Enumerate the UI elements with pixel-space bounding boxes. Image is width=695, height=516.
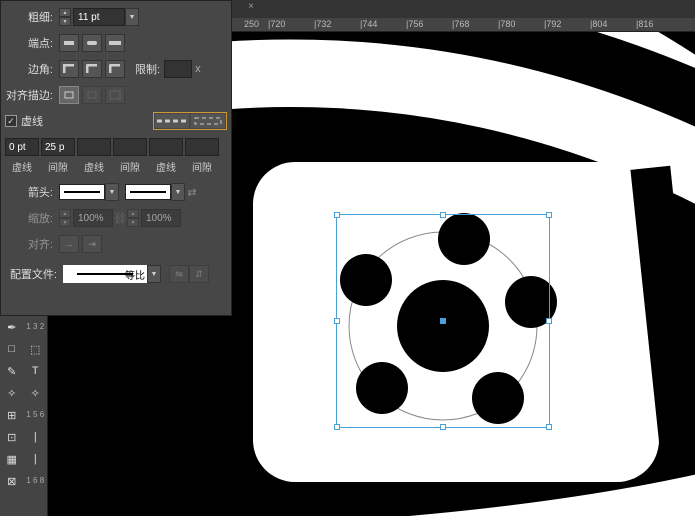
- close-tab-button[interactable]: ×: [246, 2, 256, 12]
- tool-line[interactable]: |: [24, 426, 48, 448]
- arrow-start-dd[interactable]: ▼: [105, 183, 119, 201]
- handle-s[interactable]: [440, 424, 446, 430]
- tool-rounded[interactable]: ⬚: [24, 338, 48, 360]
- tool-grid[interactable]: ⊞: [0, 404, 24, 426]
- scale-label: 缩放:: [5, 210, 59, 226]
- handle-nw[interactable]: [334, 212, 340, 218]
- gap-2-input[interactable]: [113, 138, 147, 156]
- weight-stepper[interactable]: ▲▼: [59, 8, 71, 26]
- corner-round-button[interactable]: [82, 60, 102, 78]
- align-center-button[interactable]: [59, 86, 79, 104]
- ruler-tick: |780: [498, 19, 515, 29]
- tool-number: 1 3 2: [24, 316, 48, 338]
- ruler-tick: |756: [406, 19, 423, 29]
- limit-label: 限制:: [135, 61, 160, 77]
- cap-square-button[interactable]: [105, 34, 125, 52]
- weight-input[interactable]: 11 pt: [73, 8, 125, 26]
- profile-label: 配置文件:: [5, 266, 63, 282]
- cap-butt-button[interactable]: [59, 34, 79, 52]
- tool-shaper-b[interactable]: ✧: [24, 382, 48, 404]
- arrow-start-select[interactable]: [59, 184, 105, 200]
- align-outside-button[interactable]: [105, 86, 125, 104]
- dash-2-input[interactable]: [77, 138, 111, 156]
- ruler-tick: |720: [268, 19, 285, 29]
- handle-center[interactable]: [440, 318, 446, 324]
- ruler-tick: |804: [590, 19, 607, 29]
- dash-sublabel: 虚线: [77, 159, 111, 174]
- limit-x: x: [195, 63, 201, 75]
- dash-sublabel: 间隙: [41, 159, 75, 174]
- tool-line2[interactable]: |: [24, 448, 48, 470]
- scale-b-stepper[interactable]: ▲▼: [127, 209, 139, 227]
- tool-number: 1 5 6: [24, 404, 48, 426]
- tool-rect[interactable]: □: [0, 338, 24, 360]
- link-scale-icon[interactable]: ⛓: [113, 212, 127, 225]
- ruler-tick: |744: [360, 19, 377, 29]
- profile-dd[interactable]: ▼: [147, 265, 161, 283]
- dash-sublabel: 间隙: [185, 159, 219, 174]
- dash-preserve-button[interactable]: [155, 114, 189, 128]
- tool-number: 1 6 8: [24, 470, 48, 492]
- scale-b-input[interactable]: 100%: [141, 209, 181, 227]
- align-stroke-label: 对齐描边:: [5, 87, 59, 103]
- cap-round-button[interactable]: [82, 34, 102, 52]
- tool-text[interactable]: T: [24, 360, 48, 382]
- dash-align-button[interactable]: [191, 114, 225, 128]
- flip-vertical-icon[interactable]: ⇵: [189, 265, 209, 283]
- flip-horizontal-icon[interactable]: ⇋: [169, 265, 189, 283]
- weight-label: 粗细:: [5, 9, 59, 25]
- tool-shaper-a[interactable]: ✧: [0, 382, 24, 404]
- dash-sublabel: 间隙: [113, 159, 147, 174]
- dash-3-input[interactable]: [149, 138, 183, 156]
- handle-se[interactable]: [546, 424, 552, 430]
- scale-a-input[interactable]: 100%: [73, 209, 113, 227]
- left-toolbar: ✒1 3 2 □⬚ ✎T ✧✧ ⊞1 5 6 ⊡| ▦| ⊠1 6 8: [0, 316, 48, 516]
- dashed-checkbox[interactable]: ✓: [5, 115, 17, 127]
- arrow-align-b-button[interactable]: ⇥: [82, 235, 102, 253]
- ruler-tick: |792: [544, 19, 561, 29]
- limit-input[interactable]: [164, 60, 192, 78]
- dash-1-input[interactable]: 0 pt: [5, 138, 39, 156]
- cap-label: 端点:: [5, 35, 59, 51]
- arrow-align-label: 对齐:: [5, 236, 59, 252]
- gap-3-input[interactable]: [185, 138, 219, 156]
- handle-ne[interactable]: [546, 212, 552, 218]
- arrow-end-select[interactable]: [125, 184, 171, 200]
- corner-label: 边角:: [5, 61, 59, 77]
- corner-miter-button[interactable]: [59, 60, 79, 78]
- arrow-align-a-button[interactable]: →: [59, 235, 79, 253]
- dash-sublabel: 虚线: [149, 159, 183, 174]
- selection-bounding-box[interactable]: [336, 214, 550, 428]
- corner-bevel-button[interactable]: [105, 60, 125, 78]
- tool-perspective[interactable]: ⊡: [0, 426, 24, 448]
- profile-text: 等比: [125, 267, 145, 282]
- arrow-end-dd[interactable]: ▼: [171, 183, 185, 201]
- ruler-tick: |768: [452, 19, 469, 29]
- handle-sw[interactable]: [334, 424, 340, 430]
- profile-select[interactable]: 等比: [63, 265, 147, 283]
- ruler-tick: |816: [636, 19, 653, 29]
- ruler-tick: 250: [244, 19, 259, 29]
- tool-image[interactable]: ⊠: [0, 470, 24, 492]
- ruler-tick: |732: [314, 19, 331, 29]
- stroke-panel: 粗细: ▲▼ 11 pt ▼ 端点: 边角: 限制: x 对齐描边:: [0, 0, 232, 316]
- weight-dropdown[interactable]: ▼: [125, 8, 139, 26]
- tool-pencil[interactable]: ✎: [0, 360, 24, 382]
- arrow-label: 箭头:: [5, 184, 59, 200]
- tool-pen[interactable]: ✒: [0, 316, 24, 338]
- handle-e[interactable]: [546, 318, 552, 324]
- dashed-label: 虚线: [21, 113, 43, 129]
- dash-align-toggle[interactable]: [153, 112, 227, 130]
- tool-graph[interactable]: ▦: [0, 448, 24, 470]
- align-inside-button[interactable]: [82, 86, 102, 104]
- dash-sublabel: 虚线: [5, 159, 39, 174]
- handle-w[interactable]: [334, 318, 340, 324]
- swap-arrows-icon[interactable]: ⇄: [185, 186, 199, 199]
- gap-1-input[interactable]: 25 p: [41, 138, 75, 156]
- handle-n[interactable]: [440, 212, 446, 218]
- scale-a-stepper[interactable]: ▲▼: [59, 209, 71, 227]
